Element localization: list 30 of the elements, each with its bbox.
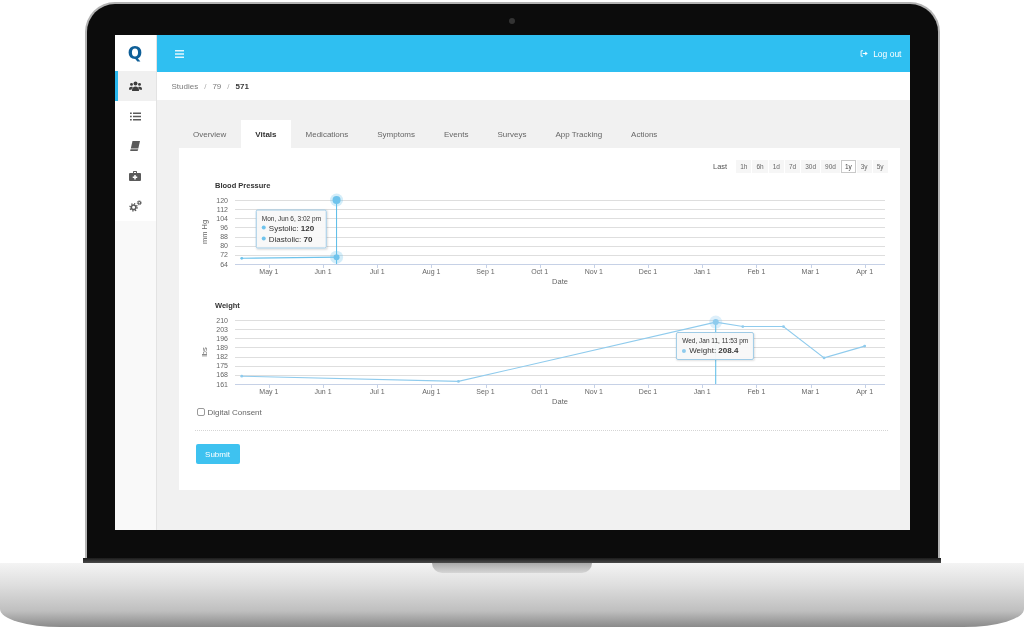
tooltip-value: Diastolic: 70 — [268, 233, 313, 245]
medical-kit-icon — [129, 171, 141, 181]
breadcrumb-separator: / — [227, 81, 230, 91]
camera-icon — [509, 18, 515, 24]
tab[interactable]: Events — [429, 120, 483, 148]
breadcrumb-link[interactable]: Studies — [171, 81, 199, 91]
breadcrumb-current: 571 — [235, 81, 249, 91]
breadcrumb-link[interactable]: 79 — [212, 81, 222, 91]
tab[interactable]: Symptoms — [362, 120, 430, 148]
checkbox-label: Digital Consent — [207, 407, 262, 417]
menu-icon — [174, 49, 184, 58]
users-icon — [128, 81, 142, 91]
nav-button[interactable] — [114, 101, 156, 131]
tab[interactable]: App Tracking — [540, 120, 617, 148]
breadcrumb-separator: / — [204, 81, 207, 91]
nav-button[interactable] — [114, 191, 156, 221]
tooltip-value: Systolic: 120 — [268, 223, 315, 234]
tab[interactable]: Surveys — [483, 120, 541, 148]
tab[interactable]: Vitals — [240, 120, 292, 148]
nav-button[interactable] — [114, 71, 156, 101]
tab[interactable]: Medications — [291, 120, 363, 148]
tab[interactable]: Overview — [178, 120, 241, 148]
app-logo: Q — [114, 35, 156, 71]
book-icon — [130, 141, 140, 151]
tooltip-value: Weight: 208.4 — [689, 345, 739, 357]
sign-out-icon — [860, 50, 869, 57]
gears-icon — [128, 200, 142, 212]
checkbox[interactable] — [196, 408, 205, 416]
tab[interactable]: Actions — [616, 120, 672, 148]
list-icon — [129, 111, 141, 121]
